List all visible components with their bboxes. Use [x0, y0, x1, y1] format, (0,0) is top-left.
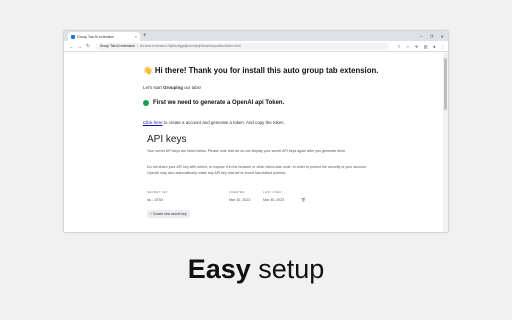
step-one-text: First we need to generate a OpenAI api T…: [153, 100, 285, 106]
column-header-created: CREATED: [229, 190, 245, 194]
menu-icon[interactable]: ⋮: [441, 44, 445, 49]
tagline-rest: setup: [250, 254, 325, 284]
close-window-button[interactable]: ✕: [440, 34, 444, 39]
omnibox-site: Group Tab AI extension: [99, 44, 135, 48]
api-keys-title: API keys: [147, 134, 187, 145]
tagline: Easy setup: [0, 254, 512, 285]
window-controls: – ❐ ✕: [413, 31, 444, 41]
tab-strip: Group Tab AI extension × + – ❐ ✕: [64, 31, 448, 41]
omnibox-separator: |: [136, 44, 138, 48]
favicon-icon: [71, 34, 75, 39]
table-cell-last-used: Mar 30, 2023: [263, 198, 285, 202]
share-icon[interactable]: ⇪: [397, 44, 401, 49]
address-bar[interactable]: Group Tab AI extension | chrome-extensio…: [95, 42, 390, 50]
browser-toolbar: ← → ↻ Group Tab AI extension | chrome-ex…: [64, 41, 448, 52]
scrollbar-thumb[interactable]: [444, 58, 447, 110]
tagline-bold: Easy: [187, 254, 251, 284]
omnibox-url: chrome-extension://kjlbendjgejkbomnjmj/h…: [139, 44, 241, 48]
start-prefix: Let's start: [143, 85, 164, 90]
start-suffix: our tabs!: [182, 85, 202, 90]
table-cell-created: Mar 30, 2023: [229, 198, 251, 202]
green-circle-icon: [143, 100, 149, 106]
create-secret-key-button: + Create new secret key: [147, 210, 190, 218]
tab-close-icon[interactable]: ×: [135, 34, 137, 39]
back-button[interactable]: ←: [69, 44, 74, 49]
tab-title: Group Tab AI extension: [77, 34, 115, 39]
page-scrollbar[interactable]: [443, 52, 448, 232]
reload-button[interactable]: ↻: [86, 43, 90, 49]
profile-icon[interactable]: ●: [433, 44, 436, 49]
instruction-rest: to create a account and generate a token…: [162, 120, 285, 125]
table-cell-key: sk-...4T6X: [147, 198, 164, 202]
browser-tab[interactable]: Group Tab AI extension ×: [68, 32, 140, 41]
bookmark-star-icon[interactable]: ☆: [406, 44, 410, 49]
step-one: First we need to generate a OpenAI api T…: [143, 100, 284, 106]
api-keys-paragraph-1: Your secret API keys are listed below. P…: [147, 149, 347, 153]
sidepanel-icon[interactable]: ▥: [424, 44, 428, 49]
forward-button[interactable]: →: [78, 44, 83, 49]
click-here-link[interactable]: Click here: [143, 120, 163, 125]
page-greeting: 👋 Hi there! Thank you for install this a…: [143, 66, 379, 75]
page-content: 👋 Hi there! Thank you for install this a…: [64, 52, 448, 232]
new-tab-button[interactable]: +: [143, 32, 147, 40]
api-keys-screenshot: API keys Your secret API keys are listed…: [143, 132, 375, 232]
api-keys-paragraph-2: Do not share your API key with others, o…: [147, 165, 367, 175]
instruction-text: Click here to create a account and gener…: [143, 120, 285, 125]
column-header-last-used: LAST USED: [263, 190, 282, 194]
start-bold: Grouping: [163, 85, 183, 90]
trash-icon: 🗑: [301, 198, 306, 202]
toolbar-icons: ⇪ ☆ ✣ ▥ ● ⋮: [393, 44, 445, 49]
browser-window: Group Tab AI extension × + – ❐ ✕ ← → ↻ G…: [64, 31, 448, 232]
extensions-icon[interactable]: ✣: [415, 44, 419, 49]
column-header-secret-key: SECRET KEY: [147, 190, 169, 194]
restore-button[interactable]: ❐: [430, 34, 434, 39]
start-text: Let's start Grouping our tabs!: [143, 85, 201, 90]
minimize-button[interactable]: –: [420, 34, 422, 39]
